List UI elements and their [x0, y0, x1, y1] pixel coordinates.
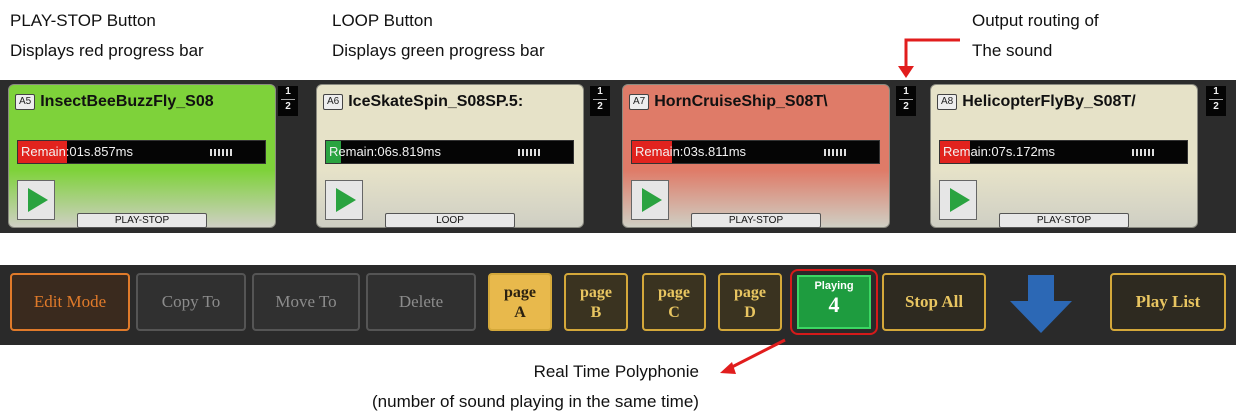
page-a-button[interactable]: page A [488, 273, 552, 331]
loop-annotation-line-1: LOOP Button [332, 11, 433, 30]
polyphony-annotation: Real Time Polyphonie (number of sound pl… [372, 357, 699, 417]
route-bottom: 2 [903, 101, 909, 112]
slot-badge: A7 [629, 94, 650, 110]
page-a-line-2: A [514, 304, 526, 321]
play-icon[interactable] [17, 180, 55, 220]
output-routing-a5[interactable]: 12 [278, 86, 298, 116]
route-top: 1 [1213, 86, 1219, 97]
remain-text: Remain:03s.811ms [635, 144, 747, 159]
play-icon[interactable] [939, 180, 977, 220]
sound-pad-a5[interactable]: A5 InsectBeeBuzzFly_S08 Remain:01s.857ms… [8, 84, 276, 228]
pad-title: InsectBeeBuzzFly_S08 [40, 93, 214, 110]
page-a-line-1: page [504, 284, 536, 301]
level-meter [1132, 149, 1154, 156]
playing-label: Playing [814, 280, 854, 292]
route-top: 1 [903, 86, 909, 97]
progress-bar: Remain:07s.172ms [939, 140, 1188, 164]
loop-button[interactable]: LOOP [385, 213, 515, 228]
play-icon[interactable] [325, 180, 363, 220]
page-c-line-1: page [658, 284, 690, 301]
sound-pad-a6[interactable]: A6 IceSkateSpin_S08SP.5: Remain:06s.819m… [316, 84, 584, 228]
play-stop-button[interactable]: PLAY-STOP [691, 213, 821, 228]
output-routing-a7[interactable]: 12 [896, 86, 916, 116]
route-top: 1 [597, 86, 603, 97]
sound-pad-a8[interactable]: A8 HelicopterFlyBy_S08T/ Remain:07s.172m… [930, 84, 1198, 228]
play-icon[interactable] [631, 180, 669, 220]
play-stop-annotation-line-1: PLAY-STOP Button [10, 11, 156, 30]
play-stop-button[interactable]: PLAY-STOP [999, 213, 1129, 228]
progress-bar: Remain:06s.819ms [325, 140, 574, 164]
playing-counter: Playing 4 [797, 275, 871, 329]
progress-bar: Remain:01s.857ms [17, 140, 266, 164]
output-annotation-line-1: Output routing of [972, 11, 1099, 30]
playing-count: 4 [828, 292, 840, 317]
play-stop-annotation: PLAY-STOP Button Displays red progress b… [10, 6, 204, 66]
pad-header: A6 IceSkateSpin_S08SP.5: [323, 91, 577, 113]
copy-to-button[interactable]: Copy To [136, 273, 246, 331]
slot-badge: A5 [15, 94, 36, 110]
output-routing-annotation: Output routing of The sound [972, 6, 1099, 66]
pad-header: A7 HornCruiseShip_S08T\ [629, 91, 883, 113]
page-c-line-2: C [668, 304, 680, 321]
pad-title: HornCruiseShip_S08T\ [654, 93, 828, 110]
output-callout-arrowhead [898, 66, 914, 78]
polyphony-highlight: Playing 4 [790, 269, 878, 335]
output-routing-a6[interactable]: 12 [590, 86, 610, 116]
pad-title: IceSkateSpin_S08SP.5: [348, 93, 524, 110]
arrow-down-icon[interactable] [1010, 275, 1072, 333]
polyphony-callout-arrowhead [720, 362, 736, 374]
level-meter [824, 149, 846, 156]
page-d-line-1: page [734, 284, 766, 301]
route-bottom: 2 [597, 101, 603, 112]
loop-annotation-line-2: Displays green progress bar [332, 41, 545, 60]
remain-text: Remain:01s.857ms [21, 144, 133, 159]
page-b-line-1: page [580, 284, 612, 301]
route-bottom: 2 [1213, 101, 1219, 112]
level-meter [210, 149, 232, 156]
polyphony-annotation-line-2: (number of sound playing in the same tim… [372, 392, 699, 411]
page-b-button[interactable]: page B [564, 273, 628, 331]
bottom-toolbar: Edit Mode Copy To Move To Delete page A … [0, 265, 1236, 345]
play-stop-button[interactable]: PLAY-STOP [77, 213, 207, 228]
move-to-button[interactable]: Move To [252, 273, 360, 331]
polyphony-annotation-line-1: Real Time Polyphonie [533, 362, 699, 381]
delete-button[interactable]: Delete [366, 273, 476, 331]
slot-badge: A6 [323, 94, 344, 110]
loop-annotation: LOOP Button Displays green progress bar [332, 6, 545, 66]
remain-text: Remain:06s.819ms [329, 144, 441, 159]
slot-badge: A8 [937, 94, 958, 110]
page-d-button[interactable]: page D [718, 273, 782, 331]
route-bottom: 2 [285, 101, 291, 112]
play-stop-annotation-line-2: Displays red progress bar [10, 41, 204, 60]
page-d-line-2: D [744, 304, 756, 321]
route-top: 1 [285, 86, 291, 97]
sound-pad-a7[interactable]: A7 HornCruiseShip_S08T\ Remain:03s.811ms… [622, 84, 890, 228]
remain-text: Remain:07s.172ms [943, 144, 1055, 159]
page-c-button[interactable]: page C [642, 273, 706, 331]
output-annotation-line-2: The sound [972, 41, 1053, 60]
edit-mode-button[interactable]: Edit Mode [10, 273, 130, 331]
progress-bar: Remain:03s.811ms [631, 140, 880, 164]
output-routing-a8[interactable]: 12 [1206, 86, 1226, 116]
sound-pad-strip: A5 InsectBeeBuzzFly_S08 Remain:01s.857ms… [0, 80, 1236, 233]
pad-title: HelicopterFlyBy_S08T/ [962, 93, 1136, 110]
play-list-button[interactable]: Play List [1110, 273, 1226, 331]
stop-all-button[interactable]: Stop All [882, 273, 986, 331]
level-meter [518, 149, 540, 156]
pad-header: A5 InsectBeeBuzzFly_S08 [15, 91, 269, 113]
pad-header: A8 HelicopterFlyBy_S08T/ [937, 91, 1191, 113]
page-b-line-2: B [590, 304, 602, 321]
output-callout-arrow [904, 38, 960, 70]
